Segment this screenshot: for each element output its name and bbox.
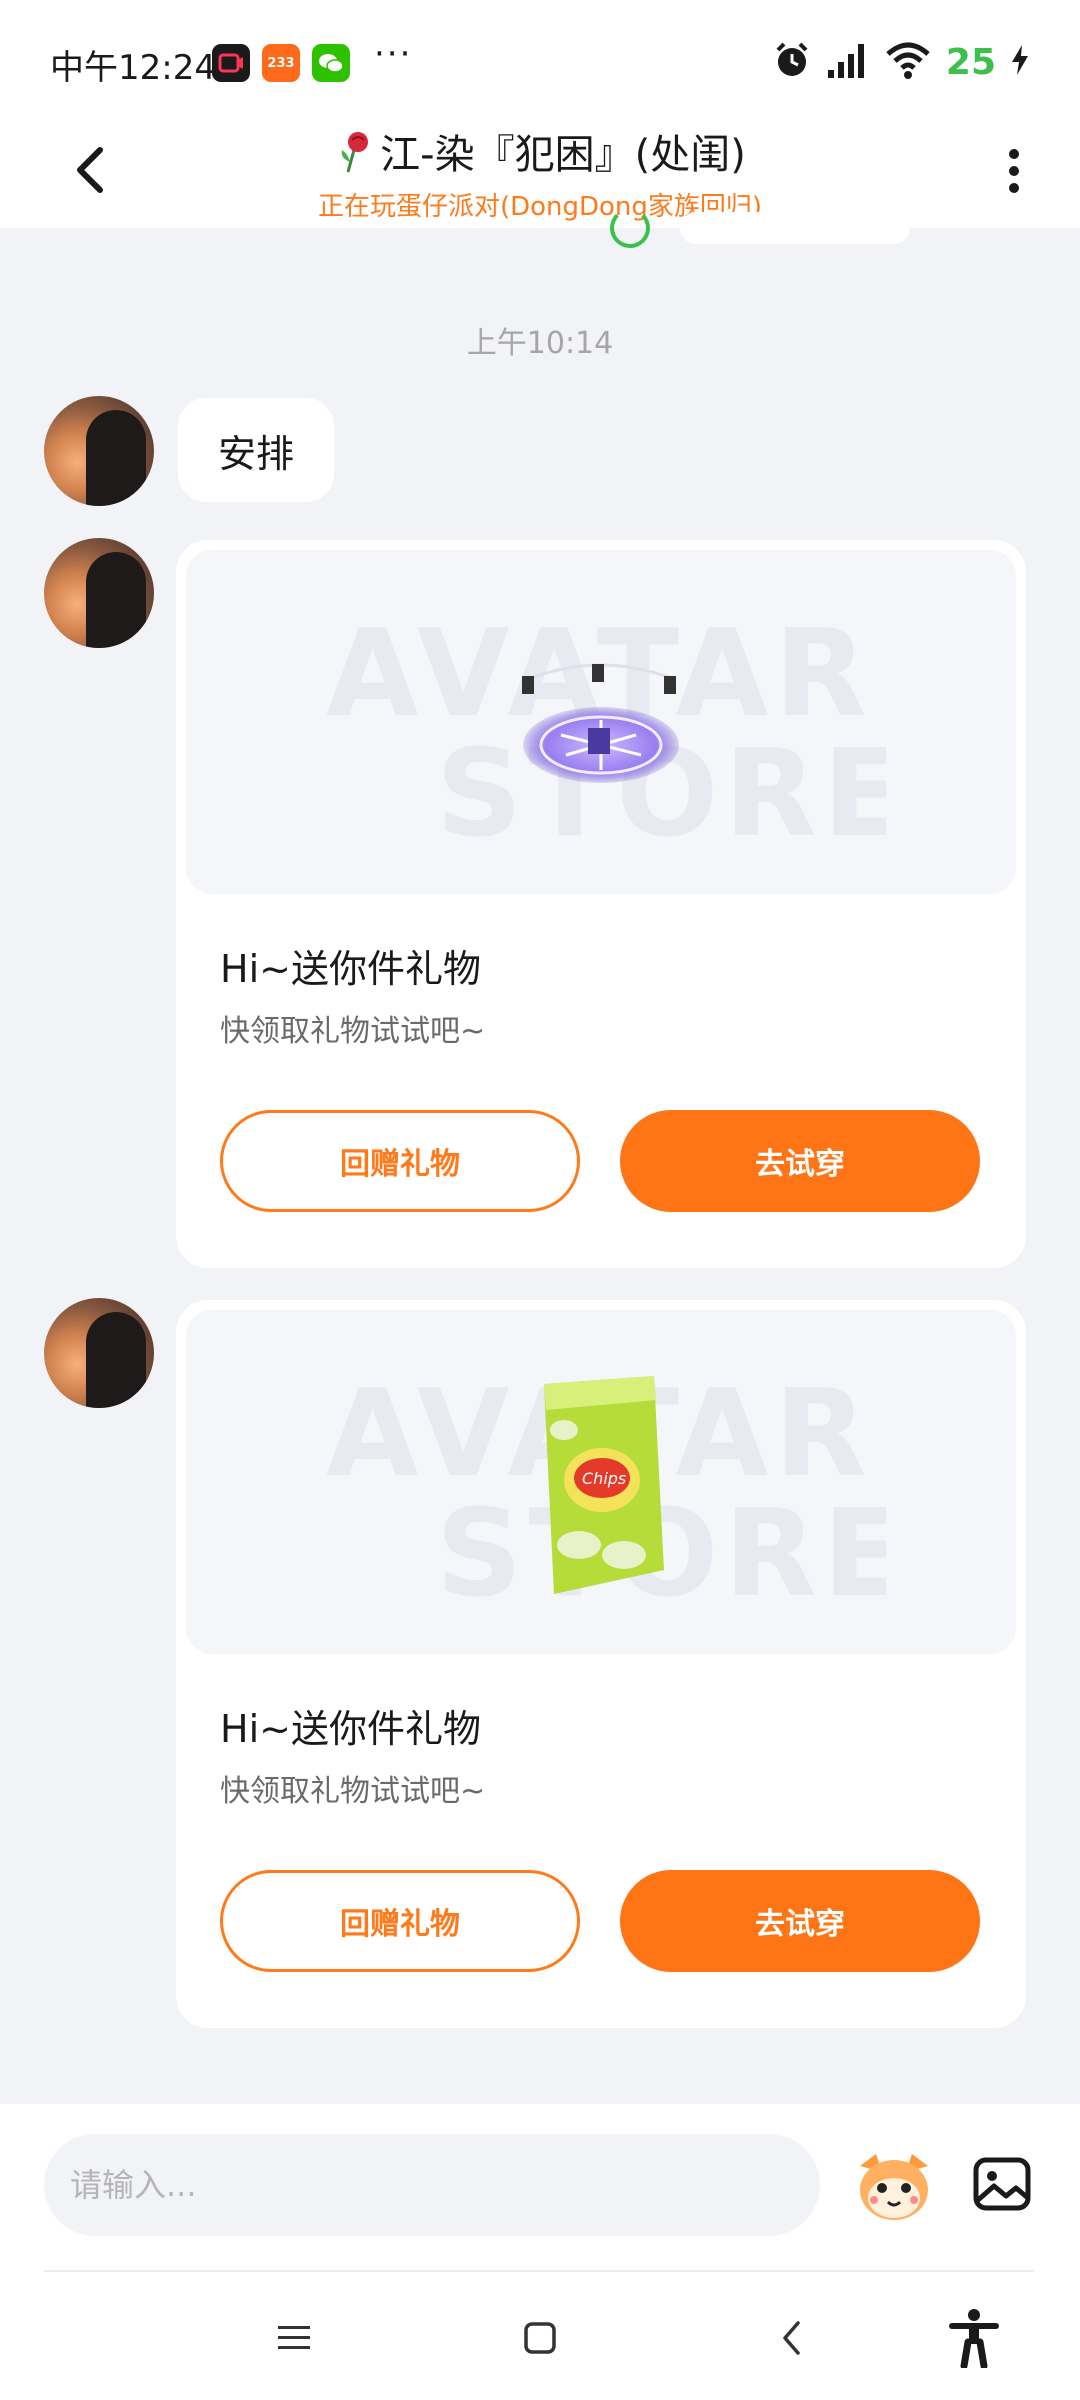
mascot-emoji-icon[interactable] xyxy=(852,2146,936,2224)
rose-icon xyxy=(334,128,374,174)
alarm-icon xyxy=(772,40,812,84)
text-message-bubble[interactable]: 安排 xyxy=(178,398,335,502)
status-more-icon: ··· xyxy=(374,34,413,74)
return-gift-button[interactable]: 回赠礼物 xyxy=(220,1110,580,1212)
try-on-button[interactable]: 去试穿 xyxy=(620,1870,980,1972)
system-nav-bar xyxy=(0,2278,1080,2400)
status-bar: 中午12:24 233 ··· 25 xyxy=(0,0,1080,118)
try-on-button[interactable]: 去试穿 xyxy=(620,1110,980,1212)
chips-bag-gift-icon: Chips xyxy=(524,1370,674,1600)
message-input[interactable] xyxy=(44,2134,820,2236)
home-icon[interactable] xyxy=(510,2308,570,2368)
gift-card[interactable]: AVATAR STORE Hi~送你件礼物 快领取礼物试试吧~ 回赠礼物 去试穿 xyxy=(176,540,1026,1268)
return-gift-button[interactable]: 回赠礼物 xyxy=(220,1870,580,1972)
battery-level: 25 xyxy=(945,41,996,83)
wechat-icon xyxy=(312,44,350,82)
scrolled-message-fragment xyxy=(680,212,910,244)
scrolled-off-remnant xyxy=(610,208,910,248)
accessibility-icon[interactable] xyxy=(944,2308,1004,2368)
wifi-icon xyxy=(884,40,932,84)
status-time: 中午12:24 xyxy=(50,48,216,88)
233-app-icon: 233 xyxy=(262,44,300,82)
magic-circle-gift-icon xyxy=(506,650,696,790)
gift-preview: AVATAR STORE xyxy=(186,550,1016,894)
chat-header: 江-染『犯困』(处闺) 正在玩蛋仔派对(DongDong家族回归) xyxy=(0,118,1080,228)
menu-icon[interactable] xyxy=(264,2308,324,2368)
avatar[interactable] xyxy=(44,538,154,648)
chat-title: 江-染『犯困』(处闺) xyxy=(380,132,746,178)
gift-title: Hi~送你件礼物 xyxy=(220,947,481,991)
avatar[interactable] xyxy=(44,1298,154,1408)
image-picker-icon[interactable] xyxy=(970,2152,1034,2216)
back-nav-icon[interactable] xyxy=(762,2308,822,2368)
gift-preview: AVATAR STORE Chips xyxy=(186,1310,1016,1654)
more-options-icon[interactable] xyxy=(1000,136,1028,206)
signal-icon xyxy=(826,40,870,84)
avatar[interactable] xyxy=(44,396,154,506)
chat-subtitle: 正在玩蛋仔派对(DongDong家族回归) xyxy=(317,192,763,222)
gift-subtitle: 快领取礼物试试吧~ xyxy=(220,1014,486,1049)
status-check-icon xyxy=(610,208,650,248)
message-input-bar xyxy=(0,2104,1080,2278)
message-timestamp: 上午10:14 xyxy=(466,326,614,361)
gift-card[interactable]: AVATAR STORE Chips Hi~送你件礼物 快领取礼物试试吧~ 回赠… xyxy=(176,1300,1026,2028)
charging-icon xyxy=(1010,43,1030,81)
chat-title-row: 江-染『犯困』(处闺) xyxy=(334,122,746,180)
gift-subtitle: 快领取礼物试试吧~ xyxy=(220,1774,486,1809)
svg-text:Chips: Chips xyxy=(582,1469,626,1488)
divider xyxy=(44,2270,1034,2272)
gift-title: Hi~送你件礼物 xyxy=(220,1707,481,1751)
screen-recorder-icon xyxy=(212,44,250,82)
